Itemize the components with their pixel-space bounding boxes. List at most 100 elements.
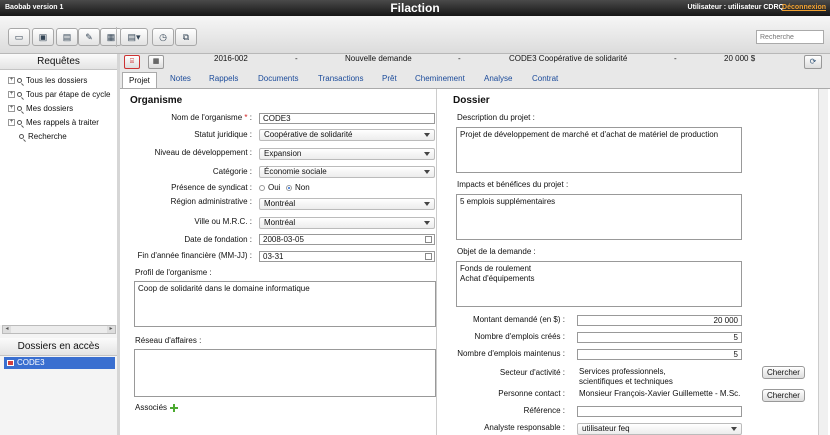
- requests-panel-title: Requêtes: [0, 54, 117, 70]
- radio-icon: [259, 184, 265, 191]
- description-textarea[interactable]: Projet de développement de marché et d'a…: [456, 127, 742, 173]
- tab-cheminement[interactable]: Cheminement: [415, 74, 465, 83]
- clock-icon: ◷: [159, 31, 167, 42]
- project-form: Organisme Nom de l'organisme * : CODE3 S…: [120, 88, 830, 435]
- objet-line: Fonds de roulement: [460, 264, 532, 273]
- expand-icon[interactable]: +: [8, 119, 15, 126]
- calculator-button[interactable]: ▦: [100, 28, 122, 46]
- add-icon[interactable]: [170, 403, 179, 412]
- objet-textarea[interactable]: Fonds de roulement Achat d'équipements: [456, 261, 742, 307]
- analyste-select[interactable]: utilisateur feq: [577, 423, 742, 435]
- emplois-crees-input[interactable]: 5: [577, 332, 742, 343]
- tab-projet[interactable]: Projet: [122, 72, 157, 88]
- main-panel: ⌸ ▦ 2016-002 - Nouvelle demande - CODE3 …: [120, 54, 830, 435]
- chevron-down-icon: [424, 202, 430, 206]
- chevron-down-icon: [424, 133, 430, 137]
- impacts-textarea[interactable]: 5 emplois supplémentaires: [456, 194, 742, 240]
- tree-item-recherche[interactable]: Recherche: [19, 132, 67, 141]
- tab-notes[interactable]: Notes: [170, 74, 191, 83]
- expand-icon[interactable]: +: [8, 105, 15, 112]
- fin-annee-input[interactable]: 03-31: [259, 251, 435, 262]
- objet-label: Objet de la demande :: [457, 247, 536, 256]
- windows-icon: ⧉: [182, 31, 190, 42]
- pdf-export-button[interactable]: ⌸: [124, 55, 140, 69]
- emplois-maintenus-input[interactable]: 5: [577, 349, 742, 360]
- search-input[interactable]: [756, 30, 824, 44]
- dossier-amount: 20 000 $: [724, 54, 756, 63]
- search-icon: [17, 92, 22, 97]
- organisme-section-title: Organisme: [130, 95, 183, 106]
- syndicat-non-radio[interactable]: Non: [286, 183, 310, 192]
- input-value: 03-31: [263, 252, 284, 261]
- toolbar-divider: [116, 27, 117, 47]
- secteur-line: Services professionnels,: [579, 367, 666, 376]
- required-marker: *: [244, 113, 248, 122]
- calendar-icon[interactable]: [425, 253, 432, 260]
- chevron-down-icon: [424, 170, 430, 174]
- categorie-select[interactable]: Économie sociale: [259, 166, 435, 178]
- logout-link[interactable]: Déconnexion: [782, 4, 826, 11]
- header-separator: -: [458, 54, 461, 63]
- contact-chercher-button[interactable]: Chercher: [762, 389, 805, 402]
- ville-select[interactable]: Montréal: [259, 217, 435, 229]
- calculator-small-button[interactable]: ▦: [148, 55, 164, 69]
- tree-item-mes-rappels[interactable]: + Mes rappels à traiter: [8, 118, 99, 127]
- main-toolbar: ▭ ▣ ▤ ✎ ▦ ▤▾ ◷ ⧉: [0, 16, 830, 54]
- scroll-left-icon[interactable]: ◂: [3, 326, 11, 333]
- dossier-organisation: CODE3 Coopérative de solidarité: [509, 54, 628, 63]
- secteur-value: Services professionnels, scientifiques et…: [579, 367, 673, 387]
- user-label: Utilisateur : utilisateur CDRQ: [687, 4, 784, 11]
- contact-label: Personne contact :: [498, 389, 565, 398]
- radio-label: Oui: [268, 183, 281, 192]
- form-vertical-scrollbar[interactable]: [818, 89, 828, 435]
- scroll-right-icon[interactable]: ▸: [107, 326, 115, 333]
- secteur-line: scientifiques et techniques: [579, 377, 673, 386]
- niveau-developpement-select[interactable]: Expansion: [259, 148, 435, 160]
- syndicat-oui-radio[interactable]: Oui: [259, 183, 280, 192]
- layout-toggle-button[interactable]: ▭: [8, 28, 30, 46]
- reports-dropdown-button[interactable]: ▤▾: [120, 28, 148, 46]
- profil-textarea[interactable]: Coop de solidarité dans le domaine infor…: [134, 281, 436, 327]
- tab-documents[interactable]: Documents: [258, 74, 298, 83]
- new-folder-button[interactable]: ▣: [32, 28, 54, 46]
- region-select[interactable]: Montréal: [259, 198, 435, 210]
- expand-icon[interactable]: +: [8, 77, 15, 84]
- contacts-button[interactable]: ▤: [56, 28, 78, 46]
- tools-button[interactable]: ✎: [78, 28, 100, 46]
- sidebar-horizontal-scrollbar[interactable]: ◂ ▸: [2, 325, 116, 334]
- history-button[interactable]: ◷: [152, 28, 174, 46]
- secteur-label: Secteur d'activité :: [499, 368, 565, 377]
- associes-label: Associés: [135, 403, 179, 412]
- access-item-code3[interactable]: CODE3: [4, 357, 115, 369]
- dossier-status: Nouvelle demande: [345, 54, 412, 63]
- tab-contrat[interactable]: Contrat: [532, 74, 558, 83]
- windows-button[interactable]: ⧉: [175, 28, 197, 46]
- refresh-button[interactable]: ⟳: [804, 55, 822, 69]
- calendar-icon[interactable]: [425, 236, 432, 243]
- tree-item-mes-dossiers[interactable]: + Mes dossiers: [8, 104, 73, 113]
- panel-icon: ▭: [14, 31, 24, 42]
- radio-selected-icon: [286, 184, 292, 191]
- header-separator: -: [295, 54, 298, 63]
- tree-item-tous-par-etape[interactable]: + Tous par étape de cycle: [8, 90, 111, 99]
- tab-transactions[interactable]: Transactions: [318, 74, 364, 83]
- date-fondation-input[interactable]: 2008-03-05: [259, 234, 435, 245]
- tab-rappels[interactable]: Rappels: [209, 74, 238, 83]
- reference-input[interactable]: [577, 406, 742, 417]
- reseau-label: Réseau d'affaires :: [135, 336, 202, 345]
- description-label: Description du projet :: [457, 113, 535, 122]
- secteur-chercher-button[interactable]: Chercher: [762, 366, 805, 379]
- sidebar: Requêtes + Tous les dossiers + Tous par ét…: [0, 54, 118, 435]
- nom-organisme-input[interactable]: CODE3: [259, 113, 435, 124]
- expand-icon[interactable]: +: [8, 91, 15, 98]
- calculator-icon: ▦: [152, 58, 160, 65]
- tab-pret[interactable]: Prêt: [382, 74, 397, 83]
- dossier-number: 2016-002: [214, 54, 248, 63]
- reference-label: Référence :: [523, 406, 565, 415]
- montant-input[interactable]: 20 000: [577, 315, 742, 326]
- tab-analyse[interactable]: Analyse: [484, 74, 512, 83]
- tree-item-tous-dossiers[interactable]: + Tous les dossiers: [8, 76, 87, 85]
- statut-juridique-select[interactable]: Coopérative de solidarité: [259, 129, 435, 141]
- date-fondation-label: Date de fondation :: [184, 235, 252, 244]
- reseau-textarea[interactable]: [134, 349, 436, 397]
